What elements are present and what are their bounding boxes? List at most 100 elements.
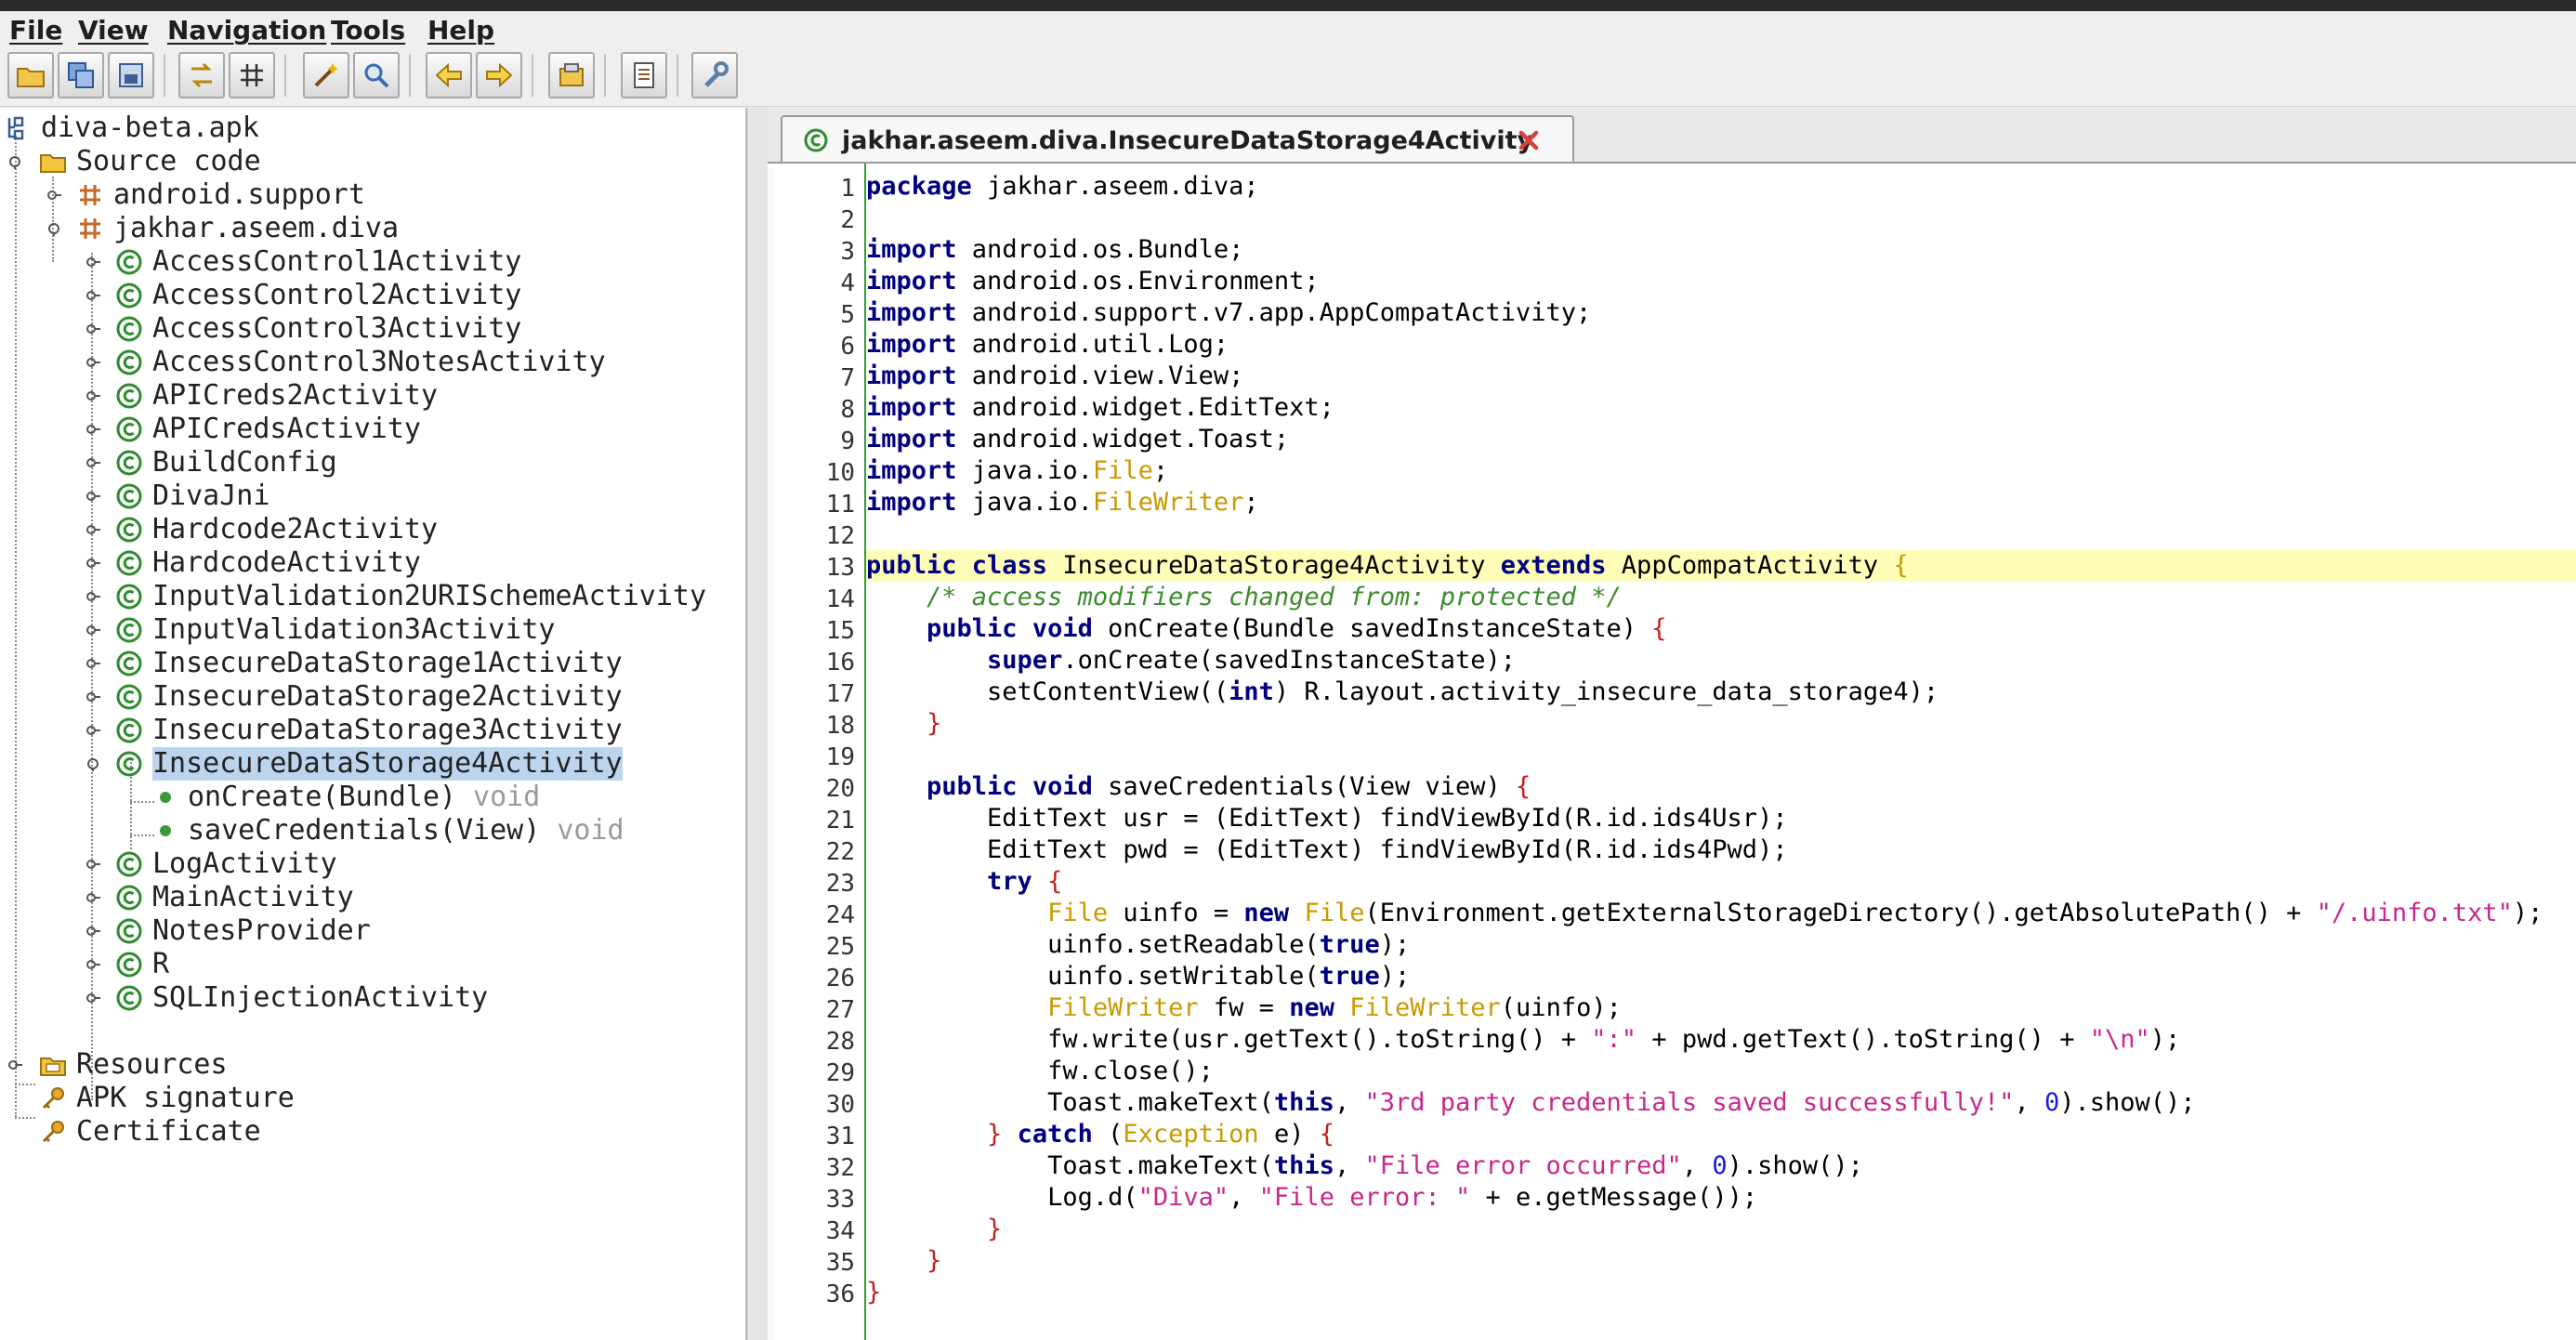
code-line: import android.os.Bundle; [866,234,1243,266]
log-viewer-button[interactable] [621,52,667,99]
magic-wand-button[interactable] [303,52,349,99]
class-icon [116,450,142,476]
code-token: import [866,488,957,517]
tree-node-class[interactable]: InsecureDataStorage3Activity [6,714,730,747]
collapsed-handle-icon[interactable] [85,623,100,637]
code-token: setContentView(( [866,677,1229,706]
code-editor[interactable]: 1 2 3 4 5 6 7 8 9 10 11 12 13 14 15 16 17 18 19 20 21 22 23 24 2… [768,164,2576,1340]
collapsed-handle-icon[interactable] [85,355,100,370]
flatten-packages-button[interactable] [229,52,275,99]
code-line: } [866,708,941,740]
collapsed-handle-icon[interactable] [85,723,100,738]
collapsed-handle-icon[interactable] [85,522,100,537]
tree-node-class[interactable]: AccessControl3NotesActivity [6,346,730,379]
panel-splitter[interactable] [747,108,769,1340]
collapsed-handle-icon[interactable] [85,489,100,504]
export-button[interactable] [108,52,154,99]
tree-node-apk-signature[interactable]: APK signature [6,1082,656,1115]
sync-button[interactable] [178,52,225,99]
expanded-handle-icon[interactable] [85,756,100,771]
resources-folder-icon [40,1058,66,1076]
tree-node-certificate[interactable]: Certificate [6,1115,656,1149]
code-token: super [987,646,1063,675]
menu-help[interactable]: Help [427,15,494,46]
collapsed-handle-icon[interactable] [85,422,100,437]
collapsed-handle-icon[interactable] [85,556,100,571]
tree-node-class[interactable]: APICredsActivity [6,413,730,446]
tree-node-class[interactable]: InsecureDataStorage1Activity [6,647,730,680]
tree-node-source-code[interactable]: Source code [6,145,656,178]
collapsed-handle-icon[interactable] [85,388,100,403]
collapsed-handle-icon[interactable] [85,656,100,671]
menu-file[interactable]: File [9,15,62,46]
tree-node-class[interactable]: Hardcode2Activity [6,513,730,546]
tree-node-method[interactable]: onCreate(Bundle) void [6,781,656,814]
tree-node-class[interactable]: AccessControl2Activity [6,279,730,312]
method-return-type: void [473,781,541,813]
tree-node-class[interactable]: R [6,948,730,981]
line-number: 27 [825,996,855,1024]
line-number: 4 [840,269,855,297]
tree-node-class[interactable]: NotesProvider [6,914,730,948]
deobfuscation-button[interactable] [548,52,595,99]
code-token: "Diva" [1137,1183,1229,1212]
code-line: import android.support.v7.app.AppCompatA… [866,297,1591,329]
method-name: saveCredentials(View) [188,814,541,847]
code-area[interactable]: package jakhar.aseem.diva; import android… [866,164,2576,1340]
line-number: 13 [825,554,855,582]
open-file-button[interactable] [7,52,54,99]
collapsed-handle-icon[interactable] [85,991,100,1005]
forward-button[interactable] [476,52,522,99]
search-icon [364,63,389,88]
tree-node-class[interactable]: AccessControl3Activity [6,312,730,346]
tree-node-class[interactable]: HardcodeActivity [6,546,730,580]
collapsed-handle-icon[interactable] [85,255,100,269]
tree-node-package[interactable]: android.support [6,178,656,212]
code-token: FileWriter [1349,993,1501,1022]
code-token: extends [1500,551,1607,580]
collapsed-handle-icon[interactable] [85,857,100,872]
tree-node-package[interactable]: jakhar.aseem.diva [6,212,656,245]
tree-node-class[interactable]: SQLInjectionActivity [6,981,730,1015]
tree-node-class[interactable]: BuildConfig [6,446,730,480]
preferences-button[interactable] [691,52,738,99]
tree-node-class[interactable]: DivaJni [6,480,730,513]
tree-node-class[interactable]: AccessControl1Activity [6,245,730,279]
code-token: EditText pwd = (EditText) findViewById(R… [866,835,1788,864]
tree-node-class[interactable]: LogActivity [6,847,730,881]
collapsed-handle-icon[interactable] [85,455,100,470]
class-label: MainActivity [152,881,354,913]
code-token: { [1893,551,1909,580]
tree-node-class[interactable]: InputValidation2URISchemeActivity [6,580,730,613]
code-line: EditText usr = (EditText) findViewById(R… [866,803,1788,834]
tree-node-class[interactable]: InsecureDataStorage4Activity [6,747,730,781]
collapsed-handle-icon[interactable] [85,690,100,704]
tree-node-class[interactable]: APICreds2Activity [6,379,730,413]
tree-node-class[interactable]: InsecureDataStorage2Activity [6,680,730,714]
search-button[interactable] [353,52,400,99]
tree-node-class[interactable]: MainActivity [6,881,730,914]
editor-tab[interactable]: jakhar.aseem.diva.InsecureDataStorage4Ac… [781,115,1574,162]
collapsed-handle-icon[interactable] [85,890,100,905]
tree-node-apk[interactable]: diva-beta.apk [6,112,656,145]
menu-navigation[interactable]: Navigation [167,15,326,46]
tree-node-class[interactable]: InputValidation3Activity [6,613,730,647]
class-label: InsecureDataStorage2Activity [152,680,623,713]
code-token: { [1516,772,1531,801]
code-token: public void [927,772,1093,801]
save-all-button[interactable] [58,52,104,99]
back-button[interactable] [426,52,472,99]
collapsed-handle-icon[interactable] [85,288,100,303]
menu-view[interactable]: View [78,15,149,46]
collapsed-handle-icon[interactable] [85,322,100,336]
collapsed-handle-icon[interactable] [85,924,100,939]
collapsed-handle-icon[interactable] [85,589,100,604]
tree-node-method[interactable]: saveCredentials(View) void [6,814,675,847]
menu-tools[interactable]: Tools [331,15,405,46]
collapsed-handle-icon[interactable] [85,957,100,972]
key-icon [42,1087,64,1110]
close-icon[interactable] [1517,128,1541,152]
tree-node-resources[interactable]: Resources [6,1048,656,1082]
